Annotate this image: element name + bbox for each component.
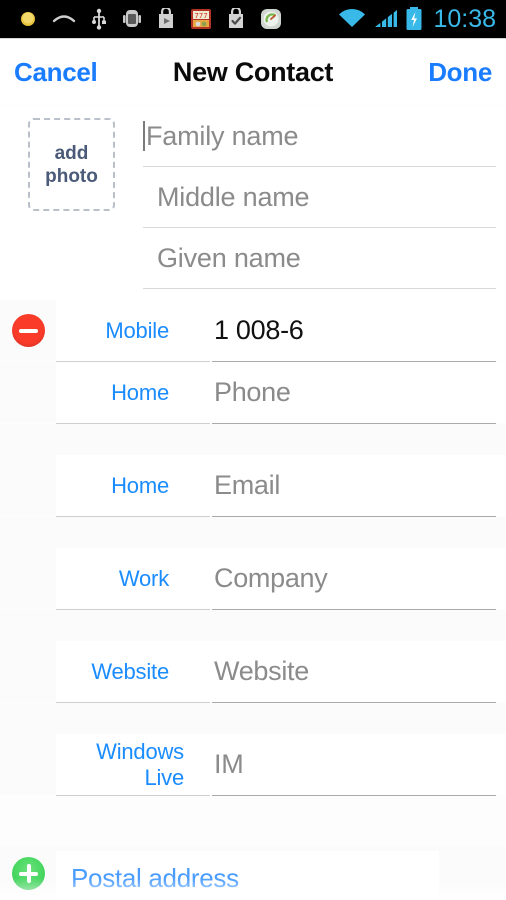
- section-gap: [0, 517, 506, 548]
- field-placeholder-home-email[interactable]: Email: [194, 470, 506, 501]
- done-button[interactable]: Done: [428, 57, 492, 88]
- add-postal-address-label[interactable]: Postal address: [71, 863, 239, 894]
- contact-field-list: Mobile 1 008-6 Home Phone Home Email Wor…: [0, 300, 506, 796]
- middle-name-field[interactable]: Middle name: [143, 167, 496, 228]
- new-contact-screen: 777 10:38 Cancel New Contact Done add ph…: [0, 0, 506, 900]
- field-block-mobile: Mobile 1 008-6: [0, 300, 506, 362]
- field-row-website[interactable]: Website Website: [0, 641, 506, 702]
- field-gutter: [0, 734, 56, 795]
- field-placeholder-im[interactable]: IM: [194, 749, 506, 780]
- section-gap: [0, 424, 506, 455]
- given-name-placeholder: Given name: [157, 242, 301, 273]
- middle-name-placeholder: Middle name: [157, 181, 310, 212]
- field-label-home-email[interactable]: Home: [56, 473, 194, 499]
- field-label-mobile[interactable]: Mobile: [56, 318, 194, 344]
- sleep-icon: [52, 15, 76, 23]
- field-row-home-phone[interactable]: Home Phone: [0, 362, 506, 423]
- wifi-icon: [339, 8, 366, 27]
- name-field-list: Family name Middle name Given name: [143, 106, 506, 289]
- add-photo-label-line1: add: [54, 142, 89, 164]
- status-bar: 777 10:38: [0, 0, 506, 38]
- brightness-icon: [21, 12, 35, 26]
- usb-icon: [92, 8, 106, 30]
- field-gutter: [0, 362, 56, 423]
- plus-circle-icon[interactable]: [12, 857, 45, 890]
- field-gutter: [0, 548, 56, 609]
- status-bar-clock: 10:38: [433, 5, 496, 33]
- field-block-im: Windows Live IM: [0, 703, 506, 796]
- status-bar-notification-icons: 777: [0, 8, 282, 30]
- signal-icon: [375, 10, 398, 28]
- field-row-im[interactable]: Windows Live IM: [0, 734, 506, 795]
- field-label-home-phone[interactable]: Home: [56, 380, 194, 406]
- field-label-im[interactable]: Windows Live: [56, 739, 194, 791]
- field-gutter: [0, 300, 56, 361]
- field-block-home-phone: Home Phone: [0, 362, 506, 424]
- field-placeholder-website[interactable]: Website: [194, 656, 506, 687]
- text-caret-icon: [143, 121, 145, 151]
- field-row-mobile[interactable]: Mobile 1 008-6: [0, 300, 506, 361]
- svg-text:777: 777: [194, 12, 207, 20]
- name-section: add photo Family name Middle name Given …: [0, 106, 506, 300]
- given-name-field[interactable]: Given name: [143, 228, 496, 289]
- add-postal-address-row[interactable]: Postal address: [0, 847, 506, 900]
- field-gutter: [0, 455, 56, 516]
- play-store-icon: [159, 8, 173, 28]
- field-block-work-company: Work Company: [0, 517, 506, 610]
- add-photo-button[interactable]: add photo: [28, 118, 115, 211]
- navigation-bar: Cancel New Contact Done: [0, 39, 506, 105]
- status-bar-system-icons: 10:38: [337, 0, 496, 38]
- remove-field-icon[interactable]: [12, 314, 45, 347]
- field-value-mobile[interactable]: 1 008-6: [194, 315, 506, 346]
- field-label-work-company[interactable]: Work: [56, 566, 194, 592]
- family-name-placeholder: Family name: [146, 120, 299, 151]
- section-gap: [0, 610, 506, 641]
- family-name-field[interactable]: Family name: [143, 106, 496, 167]
- field-block-home-email: Home Email: [0, 424, 506, 517]
- slots-game-icon: 777: [191, 9, 211, 29]
- field-label-website[interactable]: Website: [56, 659, 194, 685]
- field-gutter: [0, 641, 56, 702]
- field-row-work-company[interactable]: Work Company: [0, 548, 506, 609]
- android-robot-icon: [123, 10, 141, 27]
- speedometer-icon: [261, 9, 281, 29]
- field-block-website: Website Website: [0, 610, 506, 703]
- field-placeholder-home-phone[interactable]: Phone: [194, 377, 506, 408]
- tasks-icon: [229, 8, 243, 28]
- section-gap: [0, 703, 506, 734]
- battery-charging-icon: [406, 7, 422, 30]
- field-placeholder-work-company[interactable]: Company: [194, 563, 506, 594]
- field-row-home-email[interactable]: Home Email: [0, 455, 506, 516]
- add-photo-label-line2: photo: [45, 165, 98, 187]
- field-separator: [0, 795, 506, 796]
